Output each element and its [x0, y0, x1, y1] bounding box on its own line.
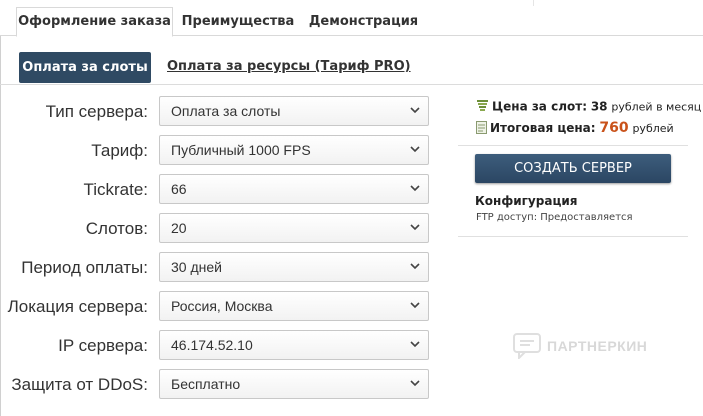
total-price-value: 760: [599, 120, 629, 136]
total-price-label: Итоговая цена:: [490, 121, 596, 135]
total-price-line: Итоговая цена: 760 рублей: [476, 120, 674, 137]
chevron-down-icon: [410, 341, 420, 348]
server-type-label: Тип сервера:: [45, 102, 148, 121]
payment-period-label: Период оплаты:: [21, 258, 148, 277]
chevron-down-icon: [410, 380, 420, 387]
divider: [458, 236, 688, 237]
slot-price-label: Цена за слот:: [492, 99, 587, 114]
server-ip-value: 46.174.52.10: [171, 337, 253, 353]
watermark-text: ПАРТНЕРКИН: [547, 338, 648, 354]
divider: [458, 145, 688, 146]
chevron-down-icon: [410, 185, 420, 192]
chevron-down-icon: [410, 224, 420, 231]
config-title: Конфигурация: [475, 194, 578, 208]
panel-border: [0, 36, 1, 416]
server-type-select[interactable]: Оплата за слоты: [159, 96, 429, 126]
ddos-protection-select[interactable]: Бесплатно: [159, 369, 429, 399]
document-icon: [476, 120, 487, 137]
server-ip-label: IP сервера:: [58, 336, 148, 355]
tariff-value: Публичный 1000 FPS: [171, 142, 311, 158]
slots-select[interactable]: 20: [159, 213, 429, 243]
tab-demo[interactable]: Демонстрация: [306, 8, 421, 37]
divider: [0, 84, 703, 85]
payment-period-select[interactable]: 30 дней: [159, 252, 429, 282]
chevron-down-icon: [410, 107, 420, 114]
tariff-label: Тариф:: [91, 141, 148, 160]
chevron-down-icon: [410, 302, 420, 309]
server-location-label: Локация сервера:: [7, 297, 148, 316]
pay-per-resource-link[interactable]: Оплата за ресурсы (Тариф PRO): [167, 59, 411, 74]
chevron-down-icon: [410, 263, 420, 270]
tickrate-select[interactable]: 66: [159, 174, 429, 204]
ftp-access-text: FTP доступ: Предоставляется: [476, 212, 633, 223]
slots-label: Слотов:: [85, 219, 148, 238]
tickrate-label: Tickrate:: [83, 180, 148, 199]
payment-period-value: 30 дней: [171, 259, 222, 275]
server-location-select[interactable]: Россия, Москва: [159, 291, 429, 321]
pay-per-slot-button[interactable]: Оплата за слоты: [19, 52, 151, 83]
divider: [533, 0, 534, 6]
total-price-unit: рублей: [632, 122, 674, 135]
coins-icon: [476, 99, 489, 115]
slots-value: 20: [171, 220, 187, 236]
tab-bar: Оформление заказа Преимущества Демонстра…: [0, 0, 703, 37]
server-type-value: Оплата за слоты: [171, 103, 281, 119]
ddos-protection-label: Защита от DDoS:: [11, 375, 148, 394]
server-location-value: Россия, Москва: [171, 298, 273, 314]
tab-advantages[interactable]: Преимущества: [179, 8, 297, 37]
tab-order[interactable]: Оформление заказа: [16, 7, 173, 37]
ddos-protection-value: Бесплатно: [171, 376, 241, 392]
server-ip-select[interactable]: 46.174.52.10: [159, 330, 429, 360]
tariff-select[interactable]: Публичный 1000 FPS: [159, 135, 429, 165]
tickrate-value: 66: [171, 181, 187, 197]
watermark-logo: [513, 333, 541, 363]
slot-price-unit: рублей в месяц: [611, 100, 702, 114]
create-server-button[interactable]: СОЗДАТЬ СЕРВЕР: [475, 154, 671, 183]
chevron-down-icon: [410, 146, 420, 153]
slot-price-value: 38: [590, 99, 608, 114]
slot-price-line: Цена за слот: 38 рублей в месяц: [476, 99, 701, 115]
